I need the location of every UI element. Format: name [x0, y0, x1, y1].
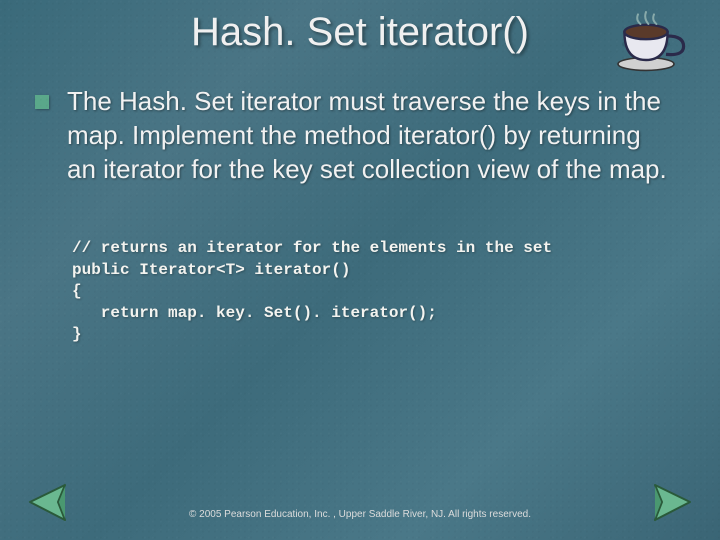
code-line: { — [72, 282, 82, 300]
code-block: // returns an iterator for the elements … — [0, 186, 720, 346]
next-slide-button[interactable] — [650, 480, 700, 525]
body-text: The Hash. Set iterator must traverse the… — [67, 85, 670, 186]
coffee-cup-icon — [610, 8, 690, 78]
copyright-footer: © 2005 Pearson Education, Inc. , Upper S… — [0, 509, 720, 520]
code-line: // returns an iterator for the elements … — [72, 239, 552, 257]
previous-slide-button[interactable] — [20, 480, 70, 525]
code-line: } — [72, 325, 82, 343]
code-line: public Iterator<T> iterator() — [72, 261, 350, 279]
square-bullet-icon — [35, 95, 49, 109]
code-line: return map. key. Set(). iterator(); — [72, 304, 437, 322]
